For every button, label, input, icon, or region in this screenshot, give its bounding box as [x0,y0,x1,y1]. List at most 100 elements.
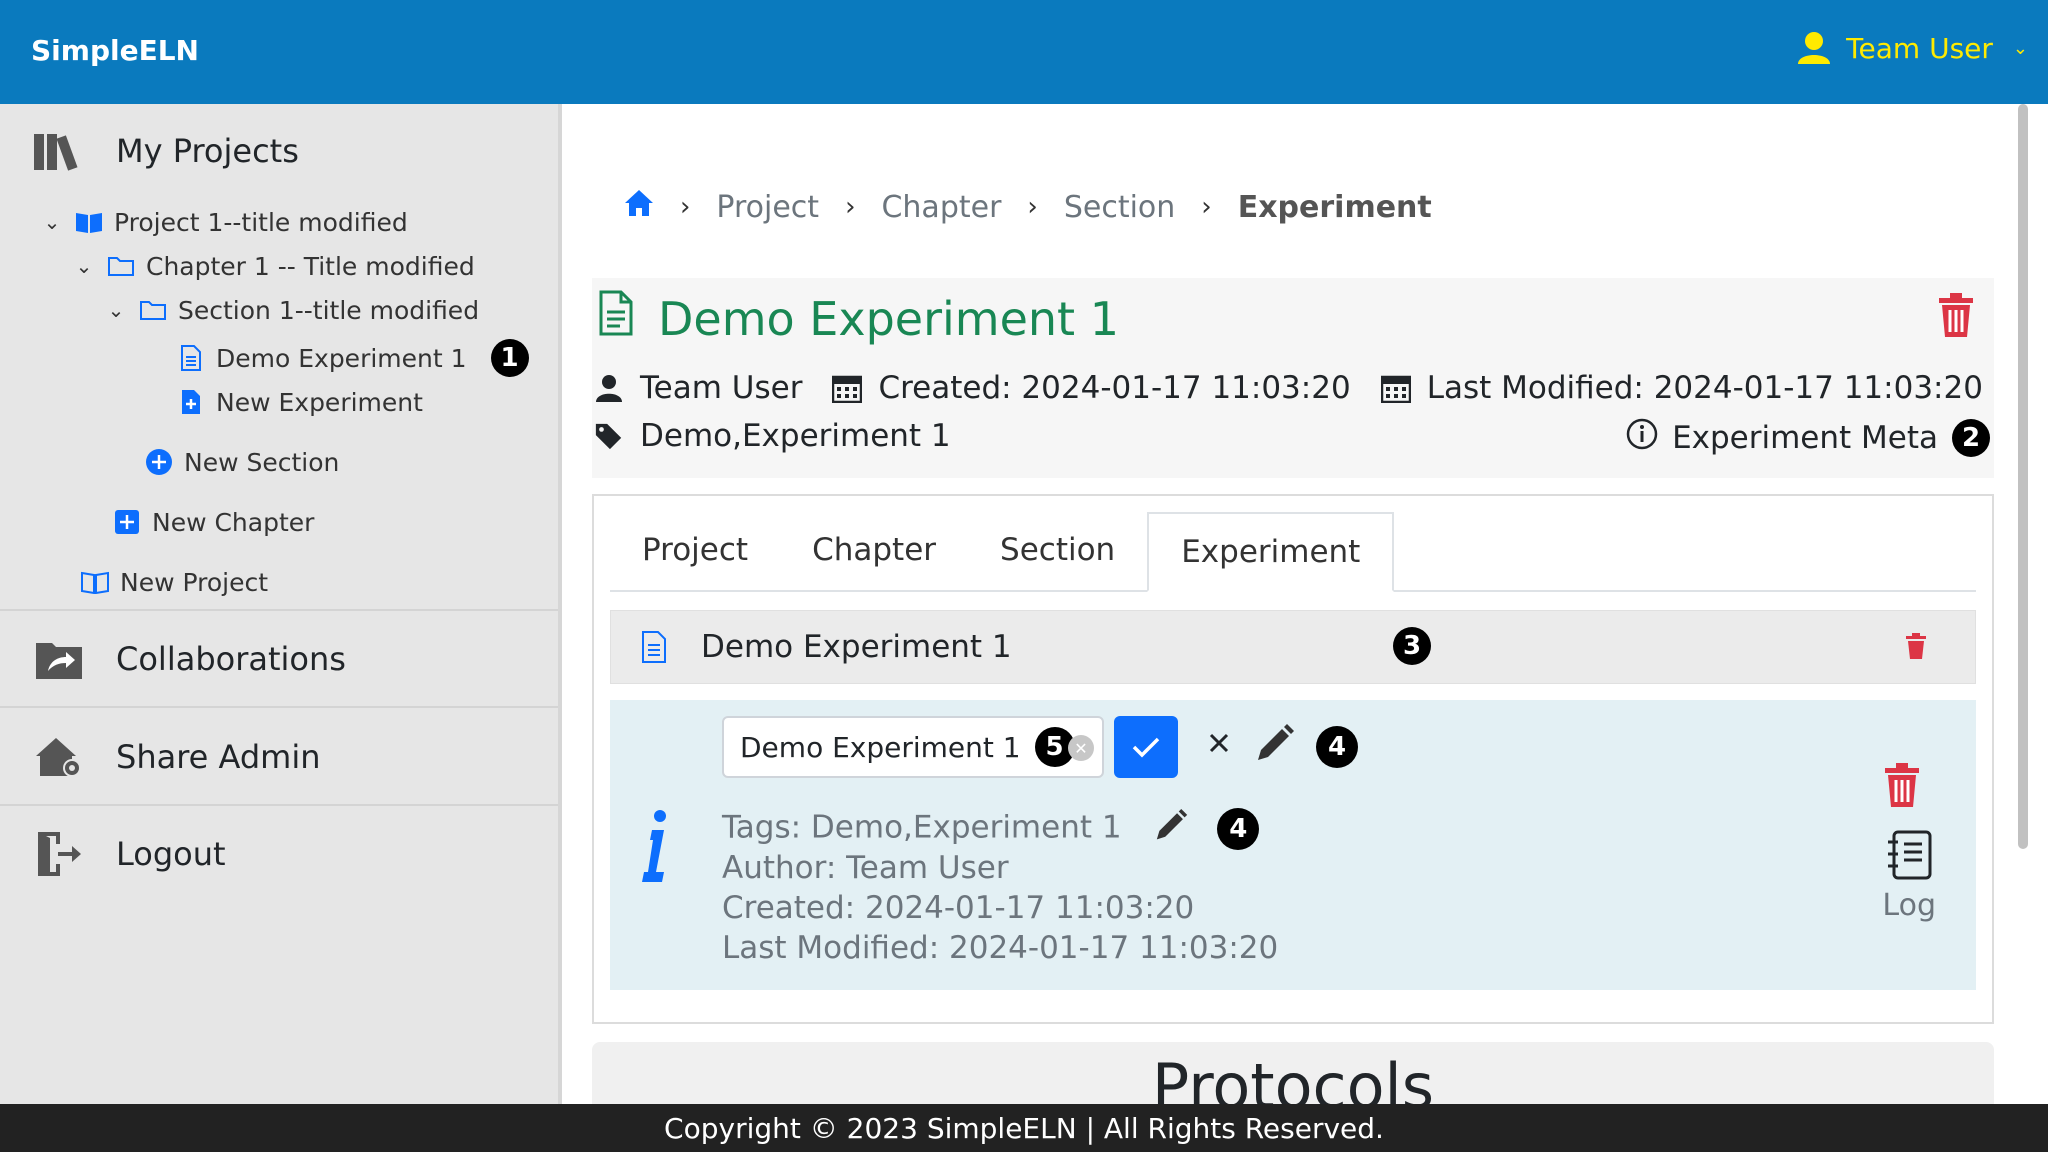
chevron-down-icon[interactable]: ⌄ [104,298,128,322]
experiment-header: Demo Experiment 1 Team User Created: 202… [592,278,1994,478]
experiment-meta-row: Team User Created: 2024-01-17 11:03:20 L… [594,370,1983,406]
tab-experiment[interactable]: Experiment [1147,512,1395,592]
sidebar-share-admin[interactable]: Share Admin [30,732,321,782]
pencil-icon[interactable] [1256,724,1296,766]
tree-new-chapter[interactable]: New Chapter [102,507,314,537]
experiment-created: Created: 2024-01-17 11:03:20 [878,370,1351,406]
tags-line: Tags: Demo,Experiment 1 4 [722,808,1260,850]
annotation-badge-2: 2 [1952,419,1990,457]
file-text-icon [176,343,206,373]
plus-circle-icon [144,447,174,477]
tree-label: Demo Experiment 1 [216,343,467,373]
experiment-info-panel: Demo Experiment 1 5 ✕ 4 Tags: Demo,Exper… [610,700,1976,990]
calendar-icon [1380,372,1411,404]
home-icon[interactable] [624,188,654,226]
tree-label: New Experiment [216,387,423,417]
folder-share-icon [30,634,88,684]
info-italic-icon [640,810,670,888]
share-admin-label: Share Admin [116,738,321,776]
plus-square-icon [112,507,142,537]
tree-project-1[interactable]: ⌄ Project 1--title modified [40,207,408,237]
experiment-title: Demo Experiment 1 [598,290,1119,347]
tab-bar: Project Chapter Section Experiment [610,510,1976,592]
sidebar-logout[interactable]: Logout [30,829,226,879]
breadcrumb: › Project › Chapter › Section › Experime… [624,188,1432,226]
journal-icon [1888,830,1932,880]
user-menu[interactable]: Team User ⌄ [1796,30,2028,66]
sidebar-my-projects[interactable]: My Projects [30,126,299,176]
tree-new-project[interactable]: New Project [70,567,268,597]
logout-label: Logout [116,835,226,873]
experiment-meta-link[interactable]: Experiment Meta 2 [1626,418,1990,458]
pencil-icon[interactable] [1155,809,1189,849]
tree-label: Section 1--title modified [178,295,480,325]
tree-new-experiment[interactable]: New Experiment [166,387,423,417]
title-edit-value: Demo Experiment 1 [740,730,1021,764]
tab-project[interactable]: Project [610,510,780,590]
experiment-title-text: Demo Experiment 1 [658,291,1119,346]
door-exit-icon [30,829,88,879]
annotation-badge-3: 3 [1393,627,1431,665]
trash-icon[interactable] [1882,762,1922,812]
book-open-icon [80,567,110,597]
experiment-author: Team User [640,370,803,406]
tags-text: Tags: Demo,Experiment 1 [722,809,1122,846]
chevron-down-icon[interactable]: ⌄ [40,210,64,234]
chevron-right-icon: › [1027,192,1038,222]
footer: Copyright © 2023 SimpleELN | All Rights … [0,1104,2048,1152]
brand-logo[interactable]: SimpleELN [31,34,199,67]
chevron-down-icon[interactable]: ⌄ [72,254,96,278]
tree-new-section[interactable]: New Section [134,447,339,477]
tree-experiment-1[interactable]: Demo Experiment 1 1 [166,339,529,377]
trash-icon[interactable] [1936,292,1976,342]
book-icon [74,207,104,237]
created-line: Created: 2024-01-17 11:03:20 [722,890,1195,926]
title-edit-input[interactable]: Demo Experiment 1 5 ✕ [722,716,1104,778]
calendar-icon [832,372,863,404]
tree-label: Project 1--title modified [114,207,408,237]
info-circle-icon [1626,418,1658,458]
tree-label: New Section [184,447,340,477]
experiment-card: Project Chapter Section Experiment Demo … [592,494,1994,1024]
annotation-badge-1: 1 [490,339,529,377]
trash-icon[interactable] [1905,633,1927,663]
log-label: Log [1882,888,1936,923]
user-icon [1798,32,1831,64]
sidebar-collaborations[interactable]: Collaborations [30,634,346,684]
sidebar-divider [0,804,558,806]
library-icon [30,126,88,176]
breadcrumb-section[interactable]: Section [1064,190,1175,225]
experiment-tags: Demo,Experiment 1 [640,418,951,454]
file-plus-icon [176,387,206,417]
tab-section[interactable]: Section [968,510,1147,590]
confirm-button[interactable] [1114,716,1178,778]
experiment-item-header[interactable]: Demo Experiment 1 3 [610,610,1976,684]
tree-chapter-1[interactable]: ⌄ Chapter 1 -- Title modified [72,251,475,281]
tree-label: New Project [120,567,269,597]
annotation-badge-4: 4 [1316,726,1358,768]
author-line: Author: Team User [722,850,1009,886]
cancel-x-icon[interactable] [1208,732,1230,758]
tab-chapter[interactable]: Chapter [780,510,968,590]
tree-label: New Chapter [152,507,315,537]
tags-icon [594,420,624,452]
modified-line: Last Modified: 2024-01-17 11:03:20 [722,930,1279,966]
sidebar: My Projects ⌄ Project 1--title modified … [0,104,562,1104]
sidebar-divider [0,609,558,611]
clear-input-icon[interactable]: ✕ [1068,735,1094,761]
breadcrumb-chapter[interactable]: Chapter [881,190,1001,225]
folder-icon [106,251,136,281]
collaborations-label: Collaborations [116,640,346,678]
breadcrumb-project[interactable]: Project [716,190,819,225]
tree-label: Chapter 1 -- Title modified [146,251,475,281]
file-text-icon [641,631,667,667]
house-gear-icon [30,732,88,782]
file-text-icon [598,290,634,347]
check-icon [1132,737,1160,758]
tree-section-1[interactable]: ⌄ Section 1--title modified [104,295,479,325]
scrollbar[interactable] [2018,104,2028,849]
experiment-modified: Last Modified: 2024-01-17 11:03:20 [1426,370,1983,406]
main-content: › Project › Chapter › Section › Experime… [566,104,2016,1123]
log-button[interactable]: Log [1882,830,1936,923]
experiment-meta-label: Experiment Meta [1672,420,1938,456]
